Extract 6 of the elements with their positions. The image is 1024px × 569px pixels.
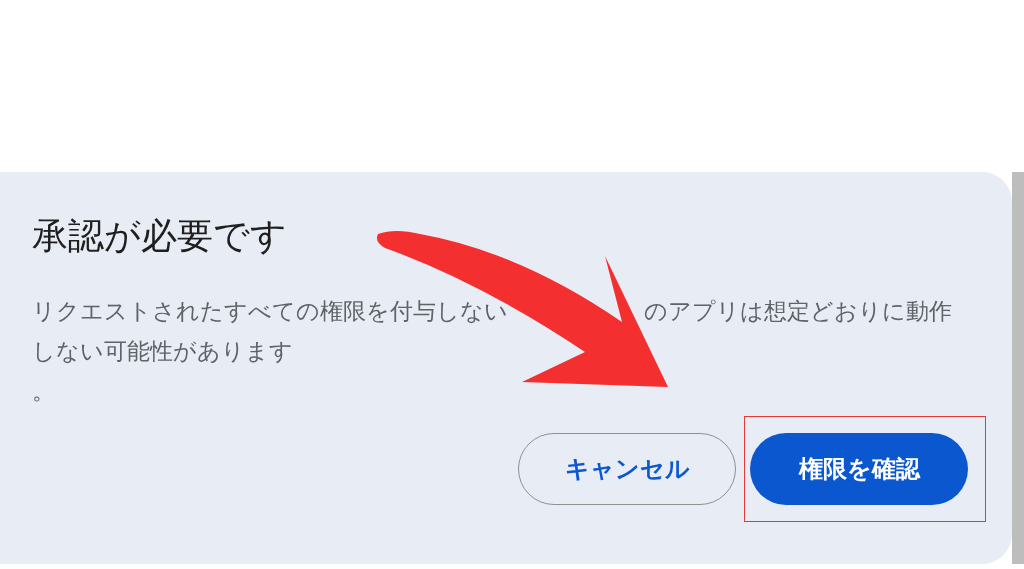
dialog-title: 承認が必要です — [32, 214, 288, 258]
message-text: のアプリは想定どおりに動作 — [644, 297, 952, 325]
message-text: しない可能性があります — [32, 337, 293, 365]
message-text: リクエストされたすべての権限を付与しない — [32, 297, 508, 325]
confirm-button[interactable]: 権限を確認 — [750, 433, 968, 505]
message-text: 。 — [32, 377, 55, 405]
